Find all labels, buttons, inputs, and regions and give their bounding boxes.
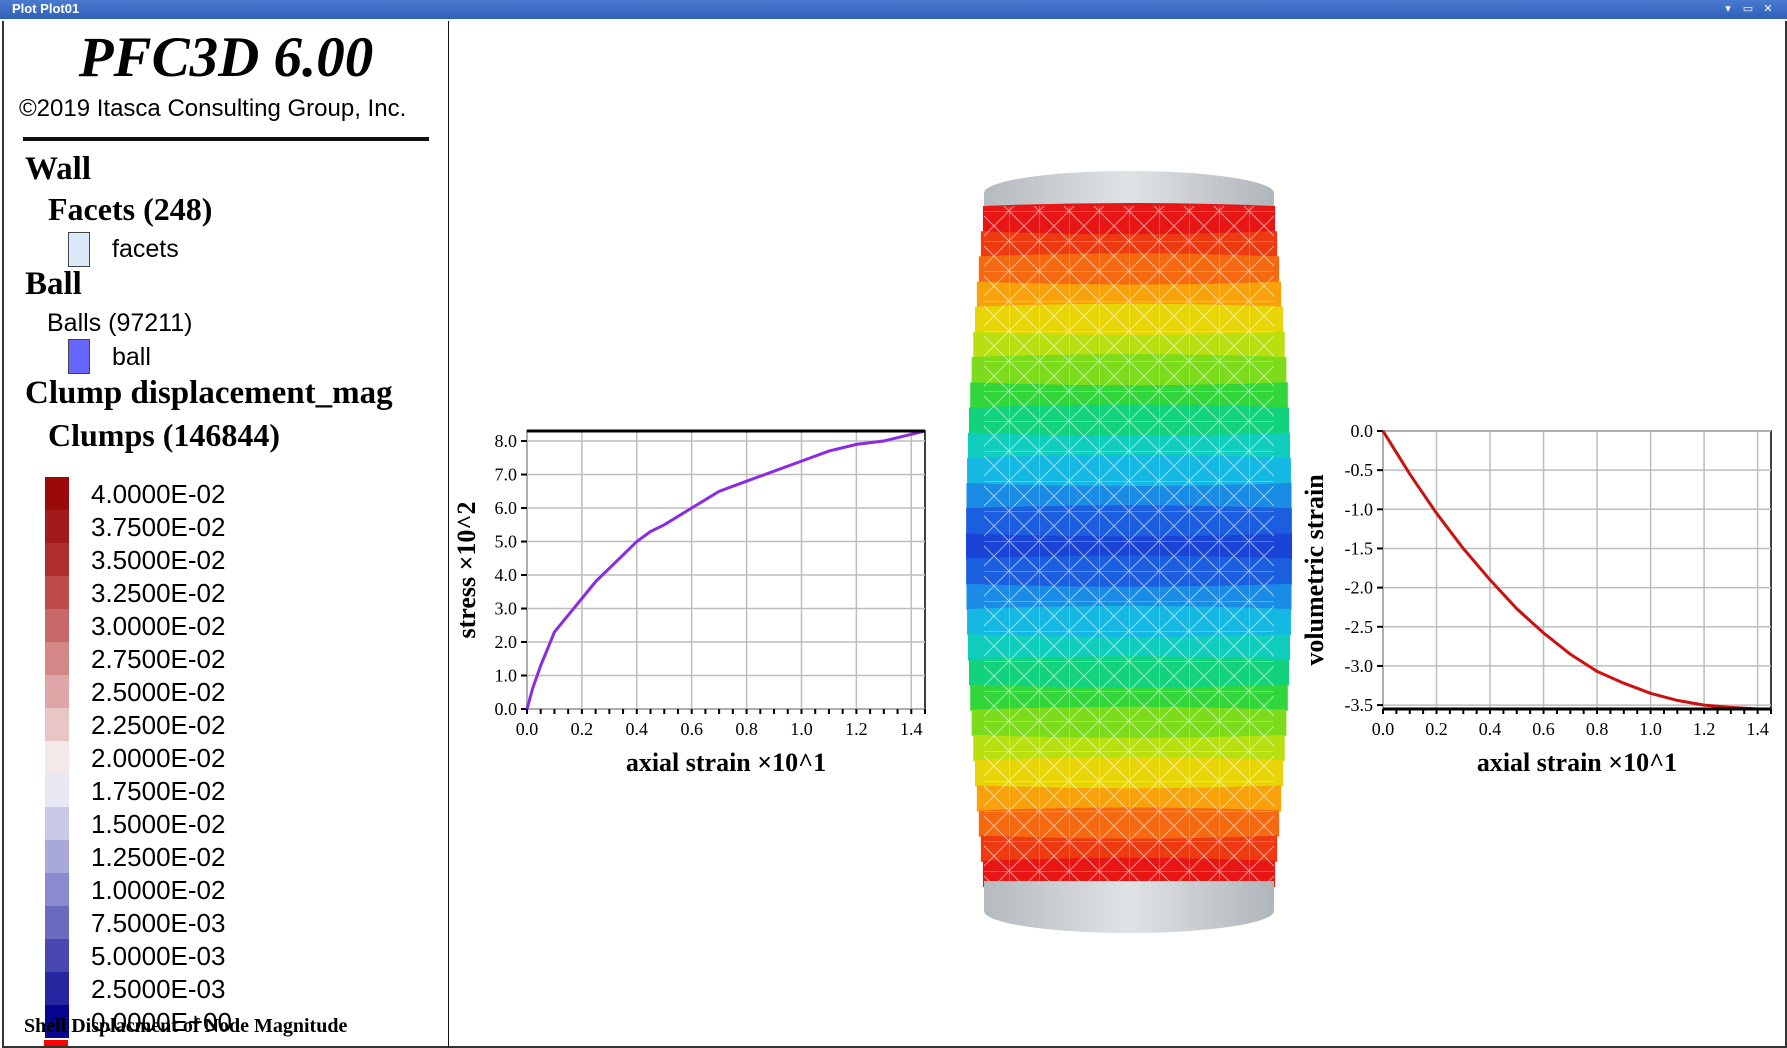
y-tick-label: 0.0	[495, 699, 518, 719]
legend-divider	[23, 137, 429, 141]
colorbar-label: 2.7500E-02	[91, 644, 226, 674]
colorbar-swatch	[45, 576, 69, 609]
volumetric-x-axis-label: axial strain ×10^1	[1477, 748, 1677, 777]
x-tick-label: 0.4	[1479, 719, 1502, 739]
plot-view[interactable]: 0.0 0.2 0.4 0.6 0.8 1.0 1.2 1.4 0.0 1.0 2.0 3.0 4.0 5…	[449, 21, 1787, 1048]
app-title: PFC3D 6.00	[78, 26, 374, 89]
y-tick-label: -1.5	[1345, 538, 1374, 558]
specimen-view	[966, 171, 1292, 933]
facets-label: facets	[112, 235, 179, 263]
restore-icon[interactable]: ▭	[1740, 2, 1756, 16]
colorbar-swatch	[45, 939, 69, 972]
colorbar-label: 3.5000E-02	[91, 545, 226, 575]
colorbar-swatch	[45, 873, 69, 906]
x-tick-label: 1.4	[1746, 719, 1769, 739]
colorbar-swatch	[45, 543, 69, 576]
x-tick-label: 1.2	[845, 719, 868, 739]
y-tick-label: 7.0	[495, 465, 518, 485]
y-tick-label: -2.0	[1345, 578, 1374, 598]
chevron-down-icon[interactable]: ▾	[1720, 2, 1736, 16]
ball-label: ball	[112, 343, 151, 371]
x-tick-label: 1.0	[790, 719, 813, 739]
x-tick-label: 0.0	[1372, 719, 1395, 739]
colorbar-label: 1.7500E-02	[91, 776, 226, 806]
close-icon[interactable]: ✕	[1760, 2, 1776, 16]
colorbar-label: 2.5000E-02	[91, 677, 226, 707]
colorbar-swatch	[45, 906, 69, 939]
colorbar-swatch	[45, 477, 69, 510]
y-tick-label: 6.0	[495, 498, 518, 518]
y-tick-label: 2.0	[495, 632, 518, 652]
stress-x-axis-label: axial strain ×10^1	[626, 748, 826, 777]
y-tick-label: 8.0	[495, 431, 518, 451]
colorbar-swatch	[45, 609, 69, 642]
y-tick-label: -0.5	[1345, 460, 1374, 480]
colorbar-label: 1.0000E-02	[91, 875, 226, 905]
x-tick-label: 1.4	[900, 719, 923, 739]
x-tick-label: 0.0	[516, 719, 539, 739]
stress-plot-area	[526, 430, 926, 710]
x-tick-label: 0.6	[1532, 719, 1555, 739]
x-tick-label: 1.0	[1639, 719, 1662, 739]
colorbar-label: 7.5000E-03	[91, 908, 226, 938]
copyright-text: ©2019 Itasca Consulting Group, Inc.	[19, 95, 407, 122]
x-tick-label: 0.8	[1586, 719, 1609, 739]
clumps-heading: Clumps (146844)	[48, 417, 281, 453]
y-tick-label: -2.5	[1345, 617, 1374, 637]
wall-heading: Wall	[25, 151, 92, 187]
ball-swatch	[68, 339, 90, 374]
colorbar-swatch	[45, 708, 69, 741]
x-tick-label: 0.4	[626, 719, 649, 739]
y-tick-label: 3.0	[495, 599, 518, 619]
colorbar-label: 3.2500E-02	[91, 578, 226, 608]
colorbar-swatch	[45, 807, 69, 840]
colorbar-swatch	[45, 741, 69, 774]
window-titlebar: Plot Plot01 ▾ ▭ ✕	[0, 0, 1787, 19]
colorbar-label: 3.0000E-02	[91, 611, 226, 641]
stress-y-axis-label: stress ×10^2	[452, 501, 481, 638]
colorbar-label: 3.7500E-02	[91, 512, 226, 542]
clump-heading: Clump displacement_mag	[25, 375, 393, 411]
volumetric-chart: 0.0 0.2 0.4 0.6 0.8 1.0 1.2 1.4 0.0 -0.5 -1.0 -1.5 -…	[1300, 421, 1772, 777]
x-tick-label: 0.6	[680, 719, 703, 739]
y-tick-label: 0.0	[1351, 421, 1374, 441]
y-tick-label: -1.0	[1345, 499, 1374, 519]
y-tick-label: 5.0	[495, 532, 518, 552]
colorbar-label: 1.5000E-02	[91, 809, 226, 839]
facets-heading: Facets (248)	[48, 191, 213, 227]
colorbar-label: 2.5000E-03	[91, 974, 226, 1004]
x-tick-label: 0.8	[735, 719, 758, 739]
colorbar-label: 2.0000E-02	[91, 743, 226, 773]
y-tick-label: -3.5	[1345, 695, 1374, 715]
bottom-cap	[984, 889, 1274, 933]
colorbar-label: 1.2500E-02	[91, 842, 226, 872]
balls-heading: Balls (97211)	[47, 309, 193, 337]
colorbar-swatch	[45, 774, 69, 807]
x-tick-label: 0.2	[571, 719, 594, 739]
shell-swatch	[44, 1040, 68, 1046]
x-tick-label: 1.2	[1693, 719, 1716, 739]
colorbar-swatch	[45, 675, 69, 708]
colorbar-swatch	[45, 972, 69, 1005]
colorbar-label: 2.2500E-02	[91, 710, 226, 740]
colorbar-swatch	[45, 510, 69, 543]
colorbar-swatch	[45, 642, 69, 675]
y-tick-label: -3.0	[1345, 656, 1374, 676]
y-tick-label: 1.0	[495, 666, 518, 686]
volumetric-plot-area	[1382, 430, 1772, 710]
ball-heading: Ball	[25, 266, 82, 302]
volumetric-y-axis-label: volumetric strain	[1300, 474, 1329, 666]
shell-displacement-label: Shell Displacment of Node Magnitude	[24, 1015, 348, 1037]
facets-swatch	[68, 232, 90, 267]
specimen-mesh	[984, 206, 1274, 886]
y-tick-label: 4.0	[495, 565, 518, 585]
stress-chart: 0.0 0.2 0.4 0.6 0.8 1.0 1.2 1.4 0.0 1.0 2.0 3.0 4.0 5…	[452, 429, 926, 777]
x-tick-label: 0.2	[1425, 719, 1448, 739]
colorbar-swatch	[45, 840, 69, 873]
legend-panel: PFC3D 6.00 ©2019 Itasca Consulting Group…	[2, 21, 451, 1048]
colorbar-label: 4.0000E-02	[91, 479, 226, 509]
window-title: Plot Plot01	[12, 1, 80, 16]
colorbar-label: 5.0000E-03	[91, 941, 226, 971]
